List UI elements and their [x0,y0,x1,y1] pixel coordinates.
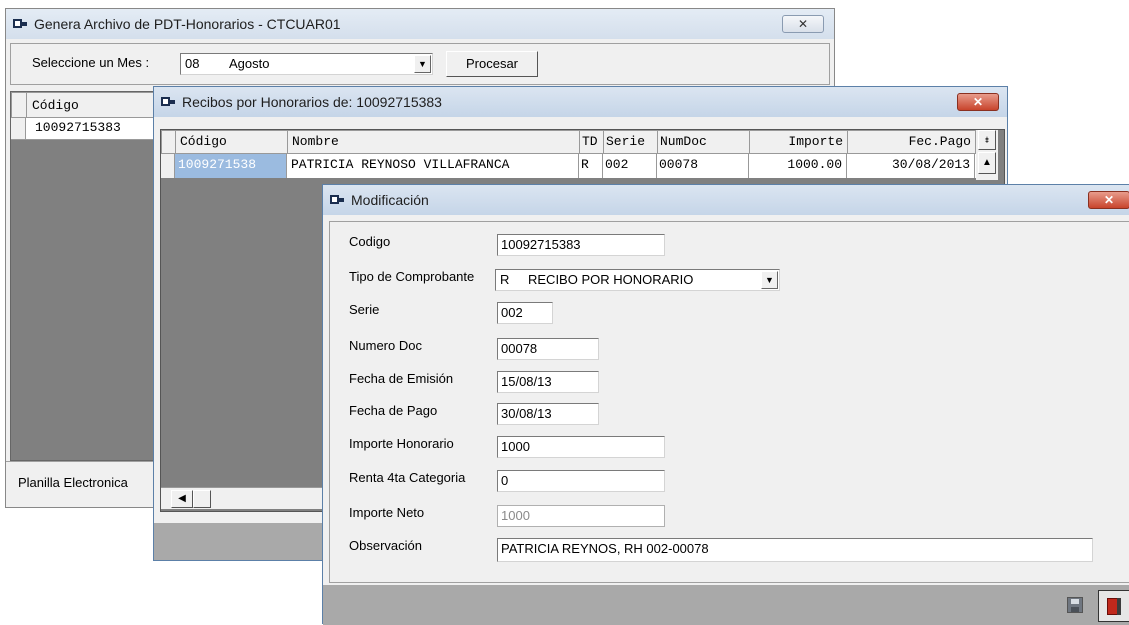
label-serie: Serie [349,302,380,317]
label-importe-neto: Importe Neto [349,505,425,520]
header-nombre: Nombre [288,131,580,153]
importe-neto-field: 1000 [497,505,665,527]
renta-field[interactable]: 0 [497,470,665,492]
chevron-down-icon[interactable]: ▼ [414,55,431,73]
app-icon [12,17,28,31]
scroll-up-icon[interactable]: ▲ [978,152,996,174]
fecha-emision-field[interactable]: 15/08/13 [497,371,599,393]
window-title: Modificación [351,192,429,208]
cell-nombre: PATRICIA REYNOSO VILLAFRANCA [287,154,579,178]
grid-header-row: Código [11,92,161,118]
row-selector [162,131,176,153]
month-select[interactable]: 08 Agosto ▼ [180,53,433,75]
window-title: Genera Archivo de PDT-Honorarios - CTCUA… [34,16,341,32]
header-importe: Importe [750,131,848,153]
header-fecpago: Fec.Pago [848,131,976,153]
cell-serie: 002 [603,154,657,178]
save-icon[interactable] [1067,597,1083,613]
window-title-bar[interactable]: Genera Archivo de PDT-Honorarios - CTCUA… [6,9,834,39]
tipo-comprobante-select[interactable]: R RECIBO POR HONORARIO ▼ [495,269,780,291]
scroll-left-icon[interactable]: ◀ [171,490,193,508]
window-title-bar[interactable]: Modificación ✕ [323,185,1129,215]
close-button[interactable]: ✕ [782,15,824,33]
scroll-thumb[interactable] [193,490,211,508]
window-title-bar[interactable]: Recibos por Honorarios de: 10092715383 ✕ [154,87,1007,117]
tipo-name: RECIBO POR HONORARIO [528,272,694,287]
cell-numdoc: 00078 [657,154,749,178]
table-row[interactable]: 1009271538 PATRICIA REYNOSO VILLAFRANCA … [161,154,976,178]
observacion-field[interactable]: PATRICIA REYNOS, RH 002-00078 [497,538,1093,562]
bottom-toolbar [323,585,1129,625]
label-codigo: Codigo [349,234,391,249]
codes-grid [10,91,162,461]
codigo-field[interactable]: 10092715383 [497,234,665,256]
grid-header-row: Código Nombre TD Serie NumDoc Importe Fe… [161,130,976,154]
label-fecha-pago: Fecha de Pago [349,403,438,418]
cell-importe: 1000.00 [749,154,847,178]
window-title: Recibos por Honorarios de: 10092715383 [182,94,442,110]
app-icon [329,193,345,207]
horizontal-scrollbar[interactable]: ◀ [161,487,341,509]
grid-row[interactable]: 10092715383 [11,118,161,140]
planilla-electronica-button[interactable]: Planilla Electronica [18,475,128,490]
header-codigo: Código [176,131,288,153]
header-serie: Serie [604,131,658,153]
tipo-code: R [500,272,510,287]
process-button[interactable]: Procesar [446,51,538,77]
cell-td: R [579,154,603,178]
month-name: Agosto [229,56,270,71]
app-icon [160,95,176,109]
importe-honorario-field[interactable]: 1000 [497,436,665,458]
numero-doc-field[interactable]: 00078 [497,338,599,360]
month-code: 08 [185,56,200,71]
row-selector [161,154,175,178]
month-label: Seleccione un Mes : [32,55,150,70]
close-button[interactable]: ✕ [957,93,999,111]
label-renta: Renta 4ta Categoria [349,470,466,485]
chevron-down-icon[interactable]: ▼ [761,271,778,289]
label-numero-doc: Numero Doc [349,338,422,353]
serie-field[interactable]: 002 [497,302,553,324]
scroll-top-icon[interactable]: ⯒ [978,130,996,150]
exit-button[interactable] [1098,590,1129,622]
grid-cell-codigo: 10092715383 [35,120,121,135]
label-observacion: Observación [349,538,422,553]
label-importe-honorario: Importe Honorario [349,436,454,451]
vertical-scrollbar[interactable]: ⯒ ▲ [976,130,998,180]
cell-codigo: 1009271538 [175,154,287,178]
cell-fecpago: 30/08/2013 [847,154,975,178]
label-fecha-emision: Fecha de Emisión [349,371,454,386]
header-td: TD [580,131,604,153]
row-selector [12,93,27,117]
header-numdoc: NumDoc [658,131,750,153]
fecha-pago-field[interactable]: 30/08/13 [497,403,599,425]
close-button[interactable]: ✕ [1088,191,1129,209]
row-selector [11,118,26,139]
modificacion-window: Modificación ✕ Codigo 10092715383 Tipo d… [322,184,1129,625]
header-codigo: Código [32,98,79,113]
label-tipo-comprobante: Tipo de Comprobante [349,269,475,284]
